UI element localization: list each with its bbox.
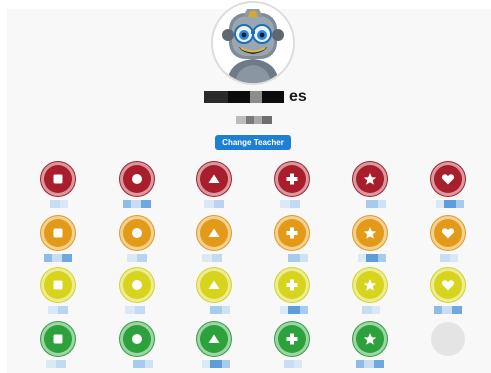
star-icon (363, 227, 377, 239)
circle-icon (132, 334, 142, 344)
star-icon (363, 173, 377, 185)
yellow-circle-button[interactable] (120, 268, 154, 302)
triangle-icon (208, 334, 220, 343)
icon-choice-orange-plus[interactable] (262, 216, 322, 266)
orange-star-button[interactable] (353, 216, 387, 250)
icon-choice-orange-heart[interactable] (418, 216, 478, 266)
redacted-block (262, 91, 284, 103)
icon-choice-red-triangle[interactable] (184, 162, 244, 212)
circle-icon (132, 280, 142, 290)
icon-choice-yellow-square[interactable] (28, 268, 88, 318)
square-icon (53, 280, 63, 290)
orange-heart-button[interactable] (431, 216, 465, 250)
icon-choice-orange-square[interactable] (28, 216, 88, 266)
icon-choice-yellow-star[interactable] (340, 268, 400, 318)
circle-icon (132, 174, 142, 184)
square-icon (53, 334, 63, 344)
icon-choice-yellow-triangle[interactable] (184, 268, 244, 318)
star-icon (363, 279, 377, 291)
yellow-triangle-button[interactable] (197, 268, 231, 302)
icon-choice-yellow-heart[interactable] (418, 268, 478, 318)
yellow-plus-button[interactable] (275, 268, 309, 302)
teacher-name: es (200, 88, 320, 107)
green-plus-button[interactable] (275, 322, 309, 356)
icon-choice-red-star[interactable] (340, 162, 400, 212)
icon-choice-red-square[interactable] (28, 162, 88, 212)
green-circle-button[interactable] (120, 322, 154, 356)
icon-choice-orange-star[interactable] (340, 216, 400, 266)
orange-square-button[interactable] (41, 216, 75, 250)
teacher-subtitle (236, 116, 272, 124)
orange-triangle-button[interactable] (197, 216, 231, 250)
red-heart-button[interactable] (431, 162, 465, 196)
green-square-button[interactable] (41, 322, 75, 356)
teacher-name-suffix: es (289, 88, 307, 105)
icon-choice-red-plus[interactable] (262, 162, 322, 212)
icon-choice-orange-triangle[interactable] (184, 216, 244, 266)
robot-avatar-icon (213, 3, 293, 83)
icon-choice-green-circle[interactable] (107, 322, 167, 372)
star-icon (363, 333, 377, 345)
icon-choice-red-circle[interactable] (107, 162, 167, 212)
yellow-square-button[interactable] (41, 268, 75, 302)
red-star-button[interactable] (353, 162, 387, 196)
red-triangle-button[interactable] (197, 162, 231, 196)
orange-plus-button[interactable] (275, 216, 309, 250)
yellow-star-button[interactable] (353, 268, 387, 302)
triangle-icon (208, 280, 220, 289)
empty-slot[interactable] (431, 322, 465, 356)
icon-choice-green-square[interactable] (28, 322, 88, 372)
plus-icon (286, 227, 298, 239)
red-square-button[interactable] (41, 162, 75, 196)
square-icon (53, 228, 63, 238)
circle-icon (132, 228, 142, 238)
icon-choice-green-plus[interactable] (262, 322, 322, 372)
icon-choice-red-heart[interactable] (418, 162, 478, 212)
plus-icon (286, 333, 298, 345)
orange-circle-button[interactable] (120, 216, 154, 250)
redacted-block (250, 91, 262, 103)
green-triangle-button[interactable] (197, 322, 231, 356)
redacted-block (204, 91, 228, 103)
red-plus-button[interactable] (275, 162, 309, 196)
red-circle-button[interactable] (120, 162, 154, 196)
plus-icon (286, 279, 298, 291)
heart-icon (441, 174, 455, 185)
redacted-block (228, 91, 250, 103)
icon-choice-green-triangle[interactable] (184, 322, 244, 372)
square-icon (53, 174, 63, 184)
icon-choice-green-empty[interactable] (418, 322, 478, 372)
green-star-button[interactable] (353, 322, 387, 356)
yellow-heart-button[interactable] (431, 268, 465, 302)
change-teacher-button[interactable]: Change Teacher (215, 135, 291, 150)
icon-choice-yellow-circle[interactable] (107, 268, 167, 318)
teacher-avatar (211, 1, 295, 85)
triangle-icon (208, 174, 220, 183)
icon-choice-yellow-plus[interactable] (262, 268, 322, 318)
icon-choice-orange-circle[interactable] (107, 216, 167, 266)
plus-icon (286, 173, 298, 185)
triangle-icon (208, 228, 220, 237)
heart-icon (441, 280, 455, 291)
icon-choice-green-star[interactable] (340, 322, 400, 372)
heart-icon (441, 228, 455, 239)
